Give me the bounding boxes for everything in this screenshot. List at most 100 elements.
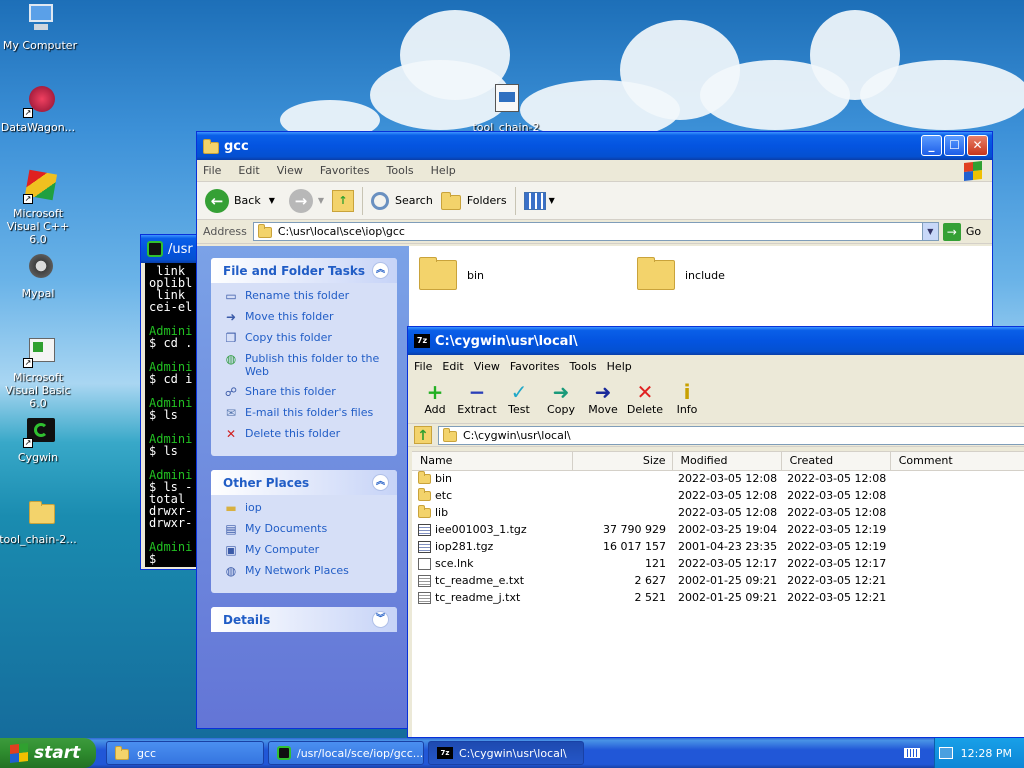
- cell-comment: [890, 521, 1024, 538]
- extract-button[interactable]: − Extract: [456, 381, 498, 416]
- delete-button[interactable]: ✕ Delete: [624, 381, 666, 416]
- menu-tools[interactable]: Tools: [570, 360, 597, 373]
- cell-comment: [890, 538, 1024, 555]
- task-item[interactable]: ✕ Delete this folder: [223, 427, 387, 441]
- desktop-icon-mypal[interactable]: Mypal: [0, 250, 78, 300]
- forward-button[interactable]: → ▼: [288, 188, 324, 213]
- cygwin-terminal-window[interactable]: /usr link oplibl link cei-el Admini $ cd . Ad…: [140, 234, 200, 570]
- cell-modified: 2022-03-05 12:08: [678, 506, 778, 519]
- cell-created: 2022-03-05 12:19: [787, 540, 887, 553]
- collapse-icon[interactable]: ︽: [372, 474, 389, 491]
- place-item[interactable]: ▤ My Documents: [223, 522, 387, 536]
- menu-help[interactable]: Help: [431, 164, 456, 177]
- desktop-icon-tool-chain-folder[interactable]: tool_chain-2...: [0, 496, 78, 546]
- add-button[interactable]: + Add: [414, 381, 456, 416]
- search-button[interactable]: Search: [371, 191, 433, 210]
- start-button[interactable]: start: [0, 738, 96, 768]
- expand-icon[interactable]: ︾: [372, 611, 389, 628]
- menu-edit[interactable]: Edit: [442, 360, 463, 373]
- table-row[interactable]: etc 2022-03-05 12:08 2022-03-05 12:08: [412, 487, 1024, 504]
- column-size[interactable]: Size: [572, 452, 673, 471]
- explorer-title-bar[interactable]: gcc _ ☐ ✕: [197, 132, 992, 160]
- desktop-icon-datawagon[interactable]: ↗ DataWagon...: [0, 84, 78, 134]
- mypal-icon: [21, 250, 55, 284]
- table-row[interactable]: iop281.tgz 16 017 157 2001-04-23 23:35 2022…: [412, 538, 1024, 555]
- menu-favorites[interactable]: Favorites: [320, 164, 370, 177]
- go-button[interactable]: → Go: [942, 222, 981, 241]
- cell-created: 2022-03-05 12:08: [787, 489, 887, 502]
- archive-icon: [418, 524, 431, 536]
- menu-tools[interactable]: Tools: [387, 164, 414, 177]
- cygwin-title-bar[interactable]: /usr: [141, 235, 199, 263]
- task-item[interactable]: ❐ Copy this folder: [223, 331, 387, 345]
- address-dropdown-icon[interactable]: ▼: [921, 223, 938, 240]
- column-created[interactable]: Created: [781, 452, 891, 471]
- file-list[interactable]: Name Size Modified Created Comment bin 20…: [412, 451, 1024, 737]
- other-places-header[interactable]: Other Places ︽: [211, 470, 397, 495]
- table-row[interactable]: tc_readme_e.txt 2 627 2002-01-25 09:21 2022…: [412, 572, 1024, 589]
- clock[interactable]: 12:28 PM: [961, 747, 1012, 760]
- folder-item-bin[interactable]: bin: [419, 257, 484, 290]
- task-item[interactable]: ➜ Move this folder: [223, 310, 387, 324]
- folders-button[interactable]: Folders: [440, 191, 507, 210]
- back-button[interactable]: ← Back ▼: [205, 188, 275, 213]
- move-button[interactable]: ➜ Move: [582, 381, 624, 416]
- test-button[interactable]: ✓ Test: [498, 381, 540, 416]
- sevenzip-icon: 7z: [414, 334, 430, 348]
- desktop-icon-cygwin[interactable]: ↗ Cygwin: [0, 414, 78, 464]
- menu-favorites[interactable]: Favorites: [510, 360, 560, 373]
- terminal-output[interactable]: link oplibl link cei-el Admini $ cd . Admini $…: [145, 263, 197, 567]
- cell-size: [572, 470, 672, 487]
- menu-edit[interactable]: Edit: [238, 164, 259, 177]
- menu-view[interactable]: View: [474, 360, 500, 373]
- menu-view[interactable]: View: [277, 164, 303, 177]
- sevenzip-title-bar[interactable]: 7z C:\cygwin\usr\local\: [408, 327, 1024, 355]
- table-row[interactable]: iee001003_1.tgz 37 790 929 2002-03-25 19:0…: [412, 521, 1024, 538]
- maximize-button[interactable]: ☐: [944, 135, 965, 156]
- desktop-icon-visual-cpp[interactable]: ↗ Microsoft Visual C++ 6.0: [0, 169, 78, 246]
- views-button[interactable]: ▼: [523, 191, 555, 210]
- table-row[interactable]: bin 2022-03-05 12:08 2022-03-05 12:08: [412, 470, 1024, 487]
- address-input[interactable]: C:\usr\local\sce\iop\gcc ▼: [252, 222, 939, 241]
- network-icon[interactable]: [938, 747, 953, 759]
- task-item[interactable]: ☍ Share this folder: [223, 385, 387, 399]
- folder-icon: [21, 496, 55, 530]
- taskbar-item-sevenzip[interactable]: 7z C:\cygwin\usr\local\: [428, 741, 584, 765]
- copy-button[interactable]: ➜ Copy: [540, 381, 582, 416]
- taskbar-item-gcc[interactable]: gcc: [106, 741, 264, 765]
- collapse-icon[interactable]: ︽: [372, 262, 389, 279]
- taskbar-item-cygwin[interactable]: /usr/local/sce/iop/gcc...: [268, 741, 424, 765]
- system-tray: 12:28 PM: [934, 738, 1024, 768]
- info-button[interactable]: i Info: [666, 381, 708, 416]
- menu-file[interactable]: File: [414, 360, 432, 373]
- task-item[interactable]: ▭ Rename this folder: [223, 289, 387, 303]
- task-item[interactable]: ✉ E-mail this folder's files: [223, 406, 387, 420]
- close-button[interactable]: ✕: [967, 135, 988, 156]
- place-item[interactable]: ▣ My Computer: [223, 543, 387, 557]
- table-row[interactable]: sce.lnk 121 2022-03-05 12:17 2022-03-05 12:…: [412, 555, 1024, 572]
- table-row[interactable]: tc_readme_j.txt 2 521 2002-01-25 09:21 2022…: [412, 589, 1024, 606]
- column-modified[interactable]: Modified: [672, 452, 782, 471]
- details-header[interactable]: Details ︾: [211, 607, 397, 632]
- column-comment[interactable]: Comment: [890, 452, 1024, 471]
- table-row[interactable]: lib 2022-03-05 12:08 2022-03-05 12:08: [412, 504, 1024, 521]
- keyboard-icon[interactable]: [904, 748, 920, 758]
- sevenzip-window[interactable]: 7z C:\cygwin\usr\local\ File Edit View F…: [407, 326, 1024, 738]
- up-folder-button[interactable]: ↑: [414, 426, 432, 444]
- desktop-icon-visual-basic[interactable]: ↗ Microsoft Visual Basic 6.0: [0, 334, 78, 410]
- place-item[interactable]: ▬ iop: [223, 501, 387, 515]
- column-name[interactable]: Name: [412, 452, 573, 471]
- cell-modified: 2022-03-05 12:08: [678, 489, 778, 502]
- folder-icon: [637, 257, 675, 290]
- task-item[interactable]: ◍ Publish this folder to the Web: [223, 352, 387, 378]
- menu-file[interactable]: File: [203, 164, 221, 177]
- path-input[interactable]: C:\cygwin\usr\local\: [437, 425, 1024, 445]
- up-folder-button[interactable]: ↑: [332, 189, 355, 212]
- minimize-button[interactable]: _: [921, 135, 942, 156]
- place-item[interactable]: ◍ My Network Places: [223, 564, 387, 578]
- desktop-icon-tool-chain-exe[interactable]: tool_chain-2: [466, 84, 546, 134]
- folder-item-include[interactable]: include: [637, 257, 725, 290]
- menu-help[interactable]: Help: [607, 360, 632, 373]
- desktop-icon-my-computer[interactable]: My Computer: [0, 2, 80, 52]
- file-folder-tasks-header[interactable]: File and Folder Tasks ︽: [211, 258, 397, 283]
